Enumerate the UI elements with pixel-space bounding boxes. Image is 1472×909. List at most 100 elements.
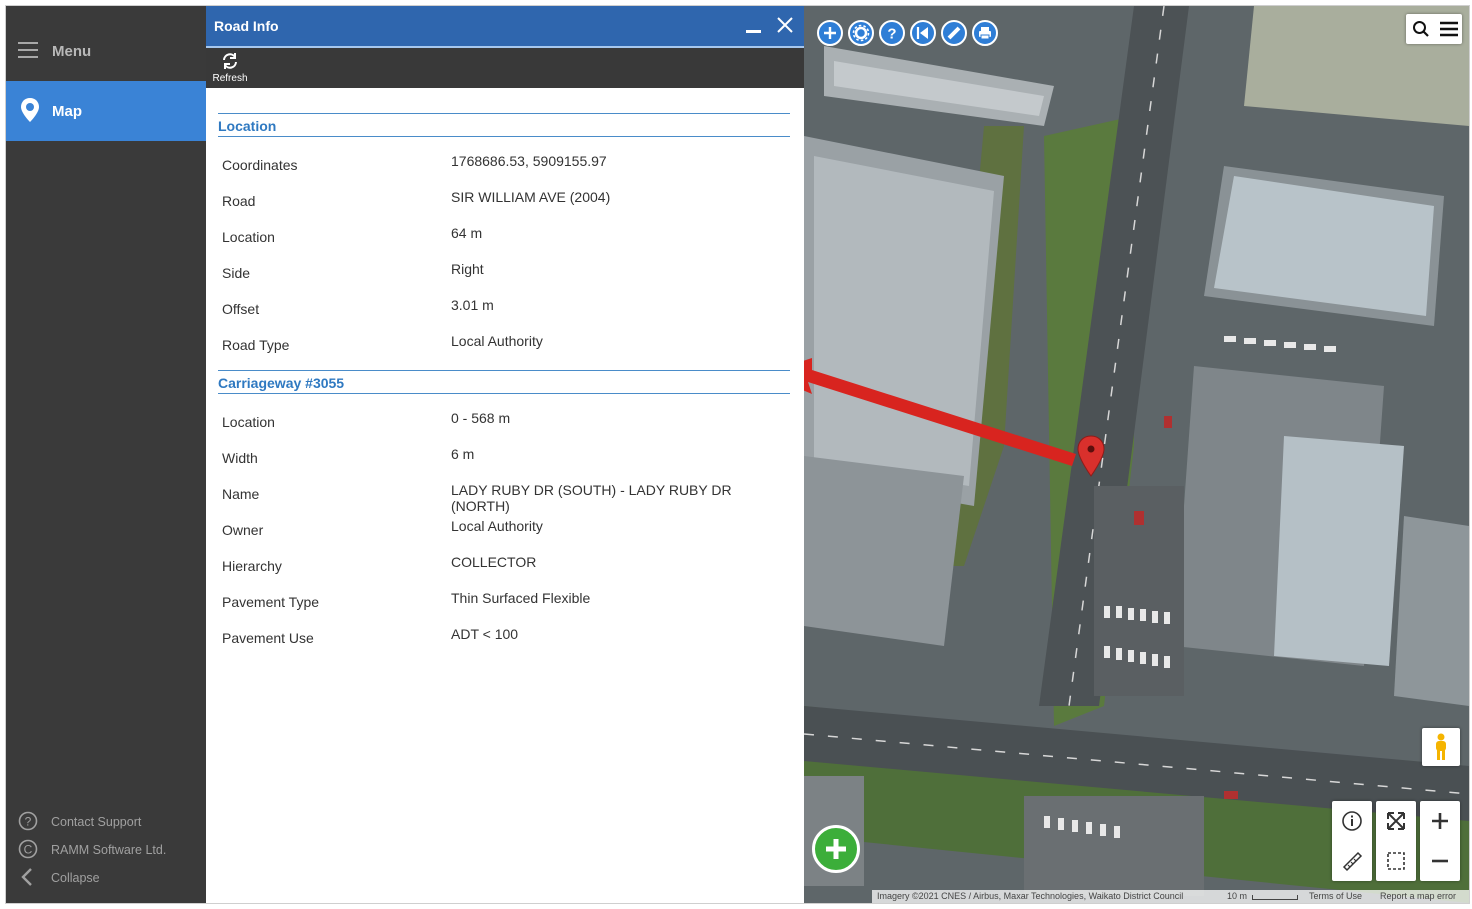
info-row: Pavement Type Thin Surfaced Flexible bbox=[222, 584, 794, 620]
report-error-link[interactable]: Report a map error bbox=[1380, 891, 1456, 901]
row-value: COLLECTOR bbox=[451, 554, 537, 570]
row-key: Road bbox=[222, 193, 256, 209]
settings-icon bbox=[852, 24, 870, 42]
chevron-left-icon bbox=[21, 868, 32, 886]
hamburger-menu-icon[interactable] bbox=[1439, 20, 1459, 38]
info-row: Location 0 - 568 m bbox=[222, 404, 794, 440]
row-value: 6 m bbox=[451, 446, 475, 462]
svg-text:?: ? bbox=[25, 815, 32, 829]
info-row: Road Type Local Authority bbox=[222, 327, 794, 363]
row-key: Hierarchy bbox=[222, 558, 282, 574]
ramm-software-link[interactable]: C RAMM Software Ltd. bbox=[6, 836, 206, 862]
info-row: Side Right bbox=[222, 255, 794, 291]
refresh-label: Refresh bbox=[212, 73, 248, 84]
row-value: 1768686.53, 5909155.97 bbox=[451, 153, 607, 169]
info-ruler-controls bbox=[1332, 801, 1372, 881]
row-key: Offset bbox=[222, 301, 260, 317]
info-row: Name LADY RUBY DR (SOUTH) - LADY RUBY DR … bbox=[222, 476, 794, 514]
satellite-imagery bbox=[804, 6, 1469, 903]
row-value: ADT < 100 bbox=[451, 626, 519, 642]
question-circle-icon: ? bbox=[18, 811, 38, 831]
help-icon: ? bbox=[887, 26, 896, 43]
search-icon[interactable] bbox=[1412, 20, 1430, 38]
full-extent-icon[interactable] bbox=[1385, 810, 1407, 832]
section-heading: Location bbox=[218, 118, 277, 134]
panel-title: Road Info bbox=[214, 18, 279, 34]
info-row: Pavement Use ADT < 100 bbox=[222, 620, 794, 656]
extent-select-controls bbox=[1376, 801, 1416, 881]
map-view[interactable]: ? Imagery ©2021 CNES / Airbus, Maxar Tec… bbox=[804, 6, 1469, 903]
row-key: Road Type bbox=[222, 337, 290, 353]
row-key: Location bbox=[222, 414, 275, 430]
info-row: Width 6 m bbox=[222, 440, 794, 476]
close-icon[interactable] bbox=[775, 15, 795, 35]
row-key: Owner bbox=[222, 522, 264, 538]
panel-toolbar: Refresh bbox=[206, 48, 804, 88]
copyright-icon: C bbox=[18, 839, 38, 859]
zoom-out-icon[interactable] bbox=[1429, 850, 1451, 872]
row-value: Right bbox=[451, 261, 484, 277]
refresh-icon bbox=[223, 53, 237, 69]
imagery-attribution: Imagery ©2021 CNES / Airbus, Maxar Techn… bbox=[877, 891, 1184, 901]
row-value: SIR WILLIAM AVE (2004) bbox=[451, 189, 611, 205]
map-search-menu-box bbox=[1406, 14, 1462, 44]
sidebar-item-label: Map bbox=[52, 103, 82, 120]
measure-icon bbox=[947, 26, 961, 40]
zoom-in-icon bbox=[824, 27, 836, 39]
back-icon bbox=[916, 27, 928, 39]
carriageway-section-header: Carriageway #3055 bbox=[218, 370, 790, 394]
info-icon[interactable] bbox=[1341, 810, 1363, 832]
row-key: Pavement Type bbox=[222, 594, 320, 610]
contact-support-label: Contact Support bbox=[51, 815, 142, 829]
row-value: Thin Surfaced Flexible bbox=[451, 590, 591, 606]
panel-title-bar: Road Info bbox=[206, 6, 804, 48]
print-icon bbox=[979, 27, 991, 40]
collapse-button[interactable]: Collapse bbox=[6, 864, 206, 890]
ruler-icon[interactable] bbox=[1341, 850, 1363, 872]
map-attribution-bar: Imagery ©2021 CNES / Airbus, Maxar Techn… bbox=[872, 890, 1469, 903]
row-value: Local Authority bbox=[451, 333, 543, 349]
refresh-button[interactable]: Refresh bbox=[210, 52, 250, 88]
settings-tool-button[interactable] bbox=[848, 20, 874, 46]
row-value: 3.01 m bbox=[451, 297, 494, 313]
sidebar: Menu Map ? Contact Support C RAMM Softwa… bbox=[6, 6, 206, 903]
terms-link[interactable]: Terms of Use bbox=[1309, 891, 1362, 901]
menu-label: Menu bbox=[52, 43, 92, 60]
zoom-controls bbox=[1420, 801, 1460, 881]
info-row: Hierarchy COLLECTOR bbox=[222, 548, 794, 584]
app-frame: Menu Map ? Contact Support C RAMM Softwa… bbox=[5, 5, 1470, 904]
minimize-icon[interactable] bbox=[746, 30, 761, 33]
back-tool-button[interactable] bbox=[910, 20, 936, 46]
svg-text:?: ? bbox=[887, 26, 896, 43]
row-value: 64 m bbox=[451, 225, 483, 241]
sidebar-item-map[interactable]: Map bbox=[6, 81, 206, 141]
info-row: Owner Local Authority bbox=[222, 512, 794, 548]
print-tool-button[interactable] bbox=[972, 20, 998, 46]
map-pin-icon bbox=[21, 98, 39, 122]
menu-button[interactable]: Menu bbox=[6, 6, 206, 81]
row-value: LADY RUBY DR (SOUTH) - LADY RUBY DR (NOR… bbox=[451, 482, 732, 514]
scale-bar bbox=[1252, 895, 1298, 900]
svg-text:C: C bbox=[24, 843, 33, 857]
info-row: Offset 3.01 m bbox=[222, 291, 794, 327]
row-key: Side bbox=[222, 265, 251, 281]
hamburger-icon bbox=[18, 42, 38, 58]
measure-tool-button[interactable] bbox=[941, 20, 967, 46]
row-key: Width bbox=[222, 450, 258, 466]
zoom-in-tool-button[interactable] bbox=[817, 20, 843, 46]
contact-support-link[interactable]: ? Contact Support bbox=[6, 808, 206, 834]
section-heading: Carriageway #3055 bbox=[218, 375, 345, 391]
zoom-in-icon[interactable] bbox=[1429, 810, 1451, 832]
ramm-software-label: RAMM Software Ltd. bbox=[51, 843, 167, 857]
add-feature-button[interactable] bbox=[812, 825, 860, 873]
info-row: Coordinates 1768686.53, 5909155.97 bbox=[222, 147, 794, 183]
collapse-label: Collapse bbox=[51, 871, 100, 885]
box-select-icon[interactable] bbox=[1385, 850, 1407, 872]
street-view-button[interactable] bbox=[1422, 728, 1460, 766]
help-tool-button[interactable]: ? bbox=[879, 20, 905, 46]
info-row: Location 64 m bbox=[222, 219, 794, 255]
row-key: Location bbox=[222, 229, 275, 245]
row-value: 0 - 568 m bbox=[451, 410, 511, 426]
row-key: Pavement Use bbox=[222, 630, 314, 646]
row-key: Coordinates bbox=[222, 157, 298, 173]
